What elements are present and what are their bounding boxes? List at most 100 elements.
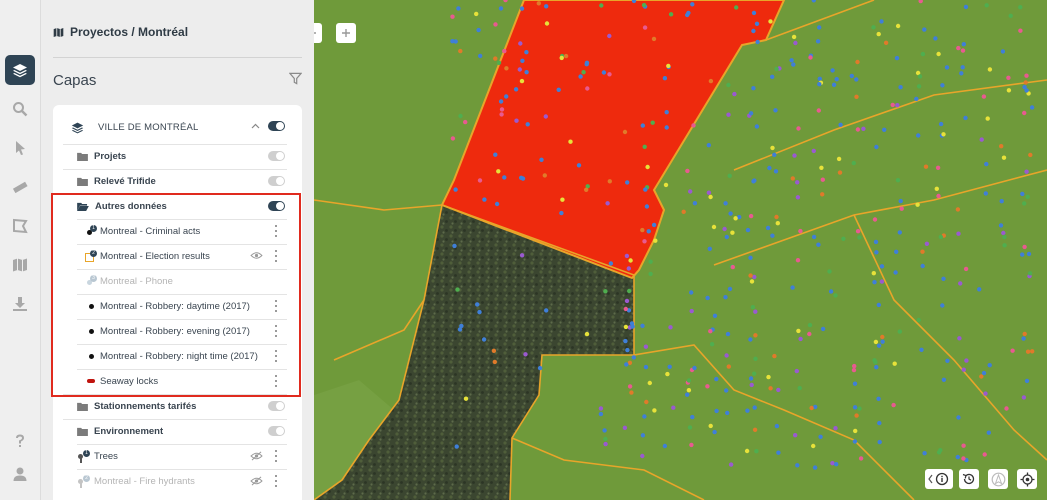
incident-dot bbox=[640, 323, 645, 328]
folder-environnement[interactable]: Environnement bbox=[77, 424, 163, 438]
incident-dot bbox=[648, 271, 653, 277]
incident-dot bbox=[890, 102, 895, 108]
download-button[interactable] bbox=[5, 289, 35, 319]
folder-label: Relevé Trifide bbox=[94, 175, 156, 187]
environnement-toggle[interactable] bbox=[268, 426, 285, 436]
breadcrumb[interactable]: Proyectos / Montréal bbox=[53, 23, 188, 41]
releve-toggle[interactable] bbox=[268, 176, 285, 186]
incident-dot bbox=[463, 396, 469, 401]
map-canvas[interactable] bbox=[314, 0, 1047, 500]
draw-button[interactable] bbox=[5, 211, 35, 241]
incident-dot bbox=[1022, 331, 1027, 337]
incident-dot bbox=[653, 238, 658, 243]
north-arrow-button[interactable] bbox=[988, 469, 1008, 489]
incident-dot bbox=[899, 206, 904, 211]
incident-dot bbox=[1030, 349, 1035, 354]
add-button[interactable] bbox=[336, 23, 356, 43]
chevron-up-icon[interactable] bbox=[251, 123, 260, 129]
locate-icon bbox=[1020, 472, 1034, 486]
help-icon bbox=[16, 434, 24, 447]
info-button[interactable] bbox=[925, 469, 953, 489]
more-options-icon[interactable] bbox=[274, 450, 278, 462]
folder-stationnements[interactable]: Stationnements tarifés bbox=[77, 399, 196, 413]
incident-dot bbox=[622, 129, 628, 135]
incident-dot bbox=[705, 384, 710, 389]
layers-button[interactable] bbox=[5, 55, 35, 85]
incident-dot bbox=[601, 70, 607, 75]
incident-dot bbox=[1002, 234, 1007, 240]
history-button[interactable] bbox=[959, 469, 979, 489]
collapse-panel-button[interactable] bbox=[314, 23, 322, 43]
incident-dot bbox=[748, 273, 753, 278]
incident-dot bbox=[898, 198, 903, 204]
incident-dot bbox=[1024, 169, 1029, 174]
incident-dot bbox=[765, 225, 771, 231]
incident-dot bbox=[961, 443, 966, 448]
download-icon bbox=[13, 297, 27, 311]
user-button[interactable] bbox=[5, 459, 35, 489]
incident-dot bbox=[828, 289, 834, 294]
layer-trees[interactable]: 1 Trees bbox=[77, 449, 118, 463]
incident-dot bbox=[1022, 201, 1027, 206]
incident-dot bbox=[817, 25, 822, 30]
incident-dot bbox=[776, 450, 781, 455]
select-tool-button[interactable] bbox=[5, 133, 35, 163]
incident-dot bbox=[603, 436, 608, 442]
eye-off-icon[interactable] bbox=[250, 451, 263, 461]
measure-button[interactable] bbox=[5, 172, 35, 202]
search-button[interactable] bbox=[5, 94, 35, 124]
incident-dot bbox=[622, 425, 628, 430]
incident-dot bbox=[855, 127, 861, 132]
incident-dot bbox=[455, 287, 460, 292]
filter-button[interactable] bbox=[288, 72, 303, 90]
locate-button[interactable] bbox=[1017, 469, 1037, 489]
incident-dot bbox=[498, 6, 504, 11]
incident-dot bbox=[960, 48, 966, 53]
incident-dot bbox=[853, 428, 858, 434]
incident-dot bbox=[963, 115, 968, 121]
folder-projets[interactable]: Projets bbox=[77, 149, 126, 163]
incident-dot bbox=[855, 229, 861, 234]
incident-dot bbox=[936, 51, 941, 57]
incident-dot bbox=[640, 453, 645, 459]
folder-icon bbox=[77, 402, 88, 411]
incident-dot bbox=[876, 343, 882, 348]
incident-dot bbox=[811, 443, 816, 449]
group-header[interactable]: VILLE DE MONTRÉAL bbox=[71, 119, 199, 135]
layer-fire-hydrants[interactable]: 2 Montreal - Fire hydrants bbox=[77, 474, 195, 488]
incident-dot bbox=[599, 3, 604, 8]
incident-dot bbox=[603, 289, 608, 294]
incident-dot bbox=[893, 270, 898, 275]
incident-dot bbox=[474, 11, 479, 17]
projets-toggle[interactable] bbox=[268, 151, 285, 161]
incident-dot bbox=[502, 48, 507, 54]
folder-icon bbox=[77, 152, 88, 161]
incident-dot bbox=[876, 396, 881, 401]
folder-releve-trifide[interactable]: Relevé Trifide bbox=[77, 174, 156, 188]
incident-dot bbox=[880, 339, 885, 344]
incident-dot bbox=[642, 239, 647, 244]
incident-dot bbox=[772, 353, 777, 359]
eye-off-icon[interactable] bbox=[250, 476, 263, 486]
incident-dot bbox=[933, 36, 938, 41]
help-button[interactable] bbox=[5, 426, 35, 456]
stationnements-toggle[interactable] bbox=[268, 401, 285, 411]
incident-dot bbox=[924, 241, 930, 246]
incident-dot bbox=[770, 145, 775, 151]
incident-dot bbox=[923, 164, 929, 169]
incident-dot bbox=[755, 39, 760, 45]
divider bbox=[53, 57, 302, 58]
incident-dot bbox=[817, 76, 822, 82]
incident-dot bbox=[725, 410, 730, 416]
layers-icon bbox=[71, 122, 84, 133]
incident-dot bbox=[727, 286, 733, 292]
group-toggle[interactable] bbox=[268, 121, 285, 131]
incident-dot bbox=[851, 160, 856, 166]
incident-dot bbox=[496, 169, 501, 174]
more-options-icon[interactable] bbox=[274, 475, 278, 487]
incident-dot bbox=[662, 76, 668, 81]
basemap-button[interactable] bbox=[5, 250, 35, 280]
incident-dot bbox=[880, 334, 885, 340]
incident-dot bbox=[727, 173, 732, 178]
plus-icon bbox=[342, 29, 350, 37]
